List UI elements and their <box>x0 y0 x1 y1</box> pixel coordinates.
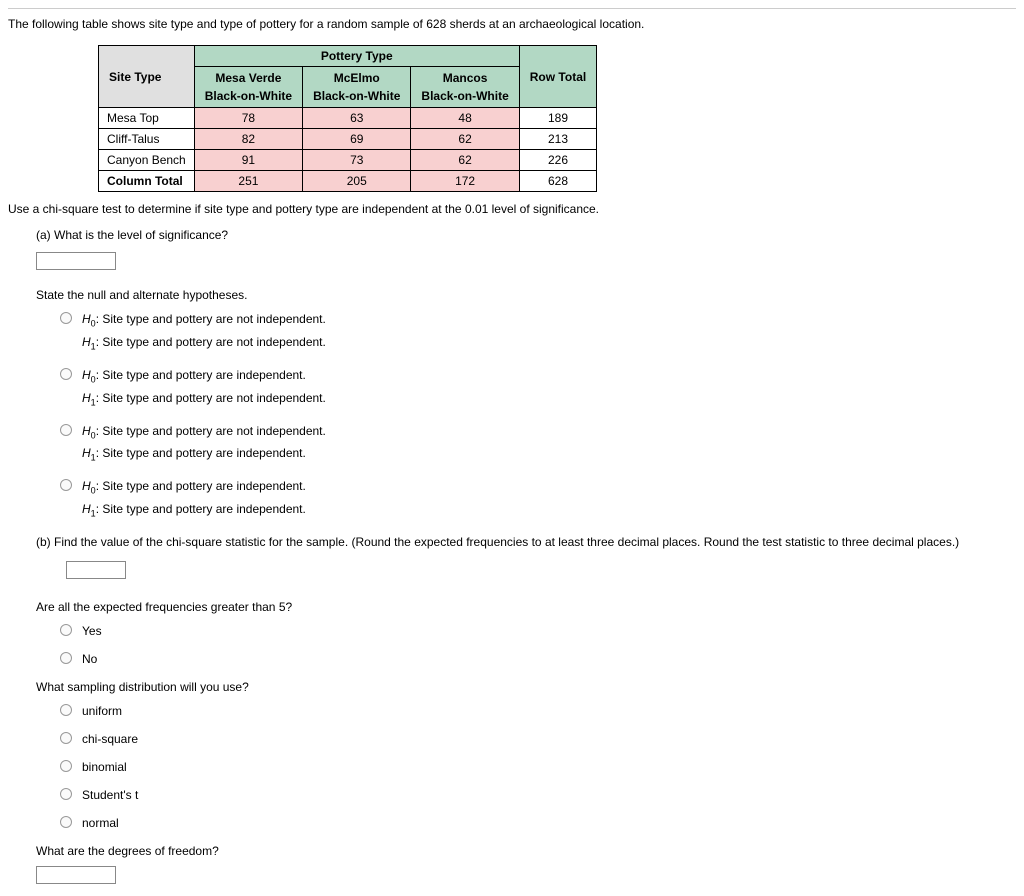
radio-icon[interactable] <box>60 652 72 664</box>
row-total: 189 <box>519 108 596 129</box>
expected-freq-options: Yes No <box>60 622 1016 668</box>
pottery-type-header: Pottery Type <box>194 46 519 67</box>
row-total-header: Row Total <box>519 46 596 108</box>
table-row: Canyon Bench 91 73 62 226 <box>99 150 597 171</box>
dist-option[interactable]: normal <box>60 814 1016 832</box>
pottery-table: Site Type Pottery Type Row Total Mesa Ve… <box>98 45 597 192</box>
col-total: 251 <box>194 171 302 192</box>
significance-input[interactable] <box>36 252 116 270</box>
cell: 62 <box>411 129 519 150</box>
hypotheses-prompt: State the null and alternate hypotheses. <box>36 286 1016 304</box>
table-row: Mesa Top 78 63 48 189 <box>99 108 597 129</box>
radio-icon[interactable] <box>60 760 72 772</box>
hypothesis-option[interactable]: H0: Site type and pottery are independen… <box>60 477 1016 523</box>
column-total-label: Column Total <box>99 171 195 192</box>
part-a-question: (a) What is the level of significance? <box>36 226 1016 244</box>
radio-icon[interactable] <box>60 479 72 491</box>
chi-square-input[interactable] <box>66 561 126 579</box>
intro-text: The following table shows site type and … <box>8 15 1016 33</box>
radio-icon[interactable] <box>60 788 72 800</box>
expected-freq-prompt: Are all the expected frequencies greater… <box>36 598 1016 616</box>
no-option[interactable]: No <box>60 650 1016 668</box>
col-header-0: Mesa VerdeBlack-on-White <box>194 67 302 108</box>
cell: 63 <box>303 108 411 129</box>
radio-icon[interactable] <box>60 312 72 324</box>
row-total: 213 <box>519 129 596 150</box>
row-label: Mesa Top <box>99 108 195 129</box>
dist-option[interactable]: Student's t <box>60 786 1016 804</box>
cell: 82 <box>194 129 302 150</box>
top-divider <box>8 8 1016 9</box>
dist-prompt: What sampling distribution will you use? <box>36 678 1016 696</box>
dist-option[interactable]: binomial <box>60 758 1016 776</box>
cell: 73 <box>303 150 411 171</box>
row-label: Cliff-Talus <box>99 129 195 150</box>
radio-icon[interactable] <box>60 368 72 380</box>
hypothesis-option[interactable]: H0: Site type and pottery are not indepe… <box>60 422 1016 468</box>
df-prompt: What are the degrees of freedom? <box>36 842 1016 860</box>
dist-option[interactable]: uniform <box>60 702 1016 720</box>
hypothesis-option[interactable]: H0: Site type and pottery are not indepe… <box>60 310 1016 356</box>
site-type-header: Site Type <box>99 46 195 108</box>
cell: 91 <box>194 150 302 171</box>
cell: 48 <box>411 108 519 129</box>
row-label: Canyon Bench <box>99 150 195 171</box>
yes-option[interactable]: Yes <box>60 622 1016 640</box>
col-header-2: MancosBlack-on-White <box>411 67 519 108</box>
col-total: 205 <box>303 171 411 192</box>
hypothesis-option[interactable]: H0: Site type and pottery are independen… <box>60 366 1016 412</box>
table-row-totals: Column Total 251 205 172 628 <box>99 171 597 192</box>
col-total: 172 <box>411 171 519 192</box>
table-row: Cliff-Talus 82 69 62 213 <box>99 129 597 150</box>
part-b-question: (b) Find the value of the chi-square sta… <box>36 533 1016 551</box>
radio-icon[interactable] <box>60 624 72 636</box>
row-total: 226 <box>519 150 596 171</box>
radio-icon[interactable] <box>60 424 72 436</box>
hypotheses-options: H0: Site type and pottery are not indepe… <box>60 310 1016 523</box>
pottery-table-wrap: Site Type Pottery Type Row Total Mesa Ve… <box>98 45 1016 192</box>
cell: 69 <box>303 129 411 150</box>
cell: 62 <box>411 150 519 171</box>
chi-square-instruction: Use a chi-square test to determine if si… <box>8 200 1016 218</box>
radio-icon[interactable] <box>60 704 72 716</box>
grand-total: 628 <box>519 171 596 192</box>
cell: 78 <box>194 108 302 129</box>
radio-icon[interactable] <box>60 816 72 828</box>
df-input[interactable] <box>36 866 116 884</box>
dist-option[interactable]: chi-square <box>60 730 1016 748</box>
col-header-1: McElmoBlack-on-White <box>303 67 411 108</box>
dist-options: uniform chi-square binomial Student's t … <box>60 702 1016 832</box>
